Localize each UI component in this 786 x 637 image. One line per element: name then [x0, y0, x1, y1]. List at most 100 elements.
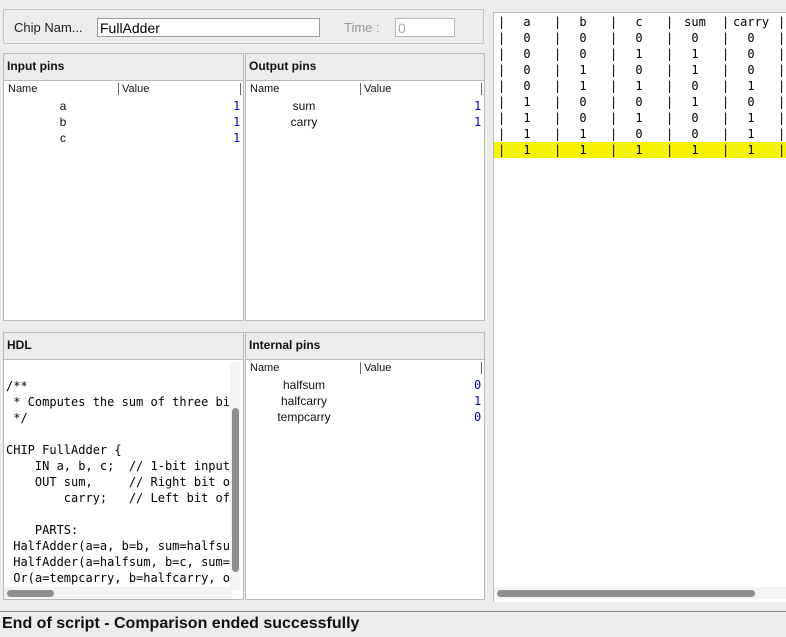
- table-cell: 0: [691, 127, 699, 141]
- table-horizontal-scroll-thumb[interactable]: [497, 590, 755, 597]
- column-separator: [481, 362, 482, 374]
- output-pins-table[interactable]: Name Value sum 1 carry 1: [246, 80, 484, 320]
- input-pin-value[interactable]: 1: [233, 131, 240, 145]
- table-cell: 1: [691, 63, 699, 77]
- table-cell: 1: [523, 127, 531, 141]
- table-cell: 1: [635, 111, 643, 125]
- hdl-horizontal-scroll-thumb[interactable]: [7, 590, 54, 597]
- internal-pin-value[interactable]: 0: [474, 410, 481, 424]
- status-bar: End of script - Comparison ended success…: [0, 611, 786, 637]
- hdl-horizontal-scrollbar[interactable]: [4, 587, 232, 599]
- cell-separator: |: [498, 15, 506, 29]
- table-cell: 0: [635, 127, 643, 141]
- table-cell: 0: [635, 63, 643, 77]
- cell-separator: |: [778, 143, 786, 157]
- cell-separator: |: [666, 111, 674, 125]
- cell-separator: |: [778, 79, 786, 93]
- cell-separator: |: [498, 111, 506, 125]
- hdl-code-area[interactable]: /** * Computes the sum of three bit */ C…: [4, 359, 243, 599]
- input-pin-value[interactable]: 1: [233, 115, 240, 129]
- time-input[interactable]: 0: [395, 18, 455, 37]
- table-cell: 1: [579, 143, 587, 157]
- column-separator: [360, 83, 361, 95]
- column-separator: [481, 83, 482, 95]
- cell-separator: |: [666, 79, 674, 93]
- table-row: | | | | | | 0 1 0 1 0: [494, 62, 786, 78]
- table-header-cell: a: [523, 15, 531, 29]
- hdl-title: HDL: [7, 338, 32, 352]
- output-pin-value[interactable]: 1: [474, 99, 481, 113]
- cell-separator: |: [554, 63, 562, 77]
- cell-separator: |: [498, 127, 506, 141]
- table-cell: 1: [635, 47, 643, 61]
- table-cell: 1: [635, 143, 643, 157]
- internal-pin-value[interactable]: 0: [474, 378, 481, 392]
- cell-separator: |: [610, 143, 618, 157]
- output-pin-value[interactable]: 1: [474, 115, 481, 129]
- input-pin-name: b: [59, 115, 67, 129]
- table-header-cell: c: [635, 15, 643, 29]
- cell-separator: |: [778, 31, 786, 45]
- cell-separator: |: [554, 47, 562, 61]
- cell-separator: |: [610, 111, 618, 125]
- internal-pins-table[interactable]: Name Value halfsum 0 halfcarry 1 tempcarry 0: [246, 359, 484, 599]
- output-pins-panel: Output pins Name Value sum 1 carry 1: [245, 53, 485, 321]
- cell-separator: |: [778, 111, 786, 125]
- cell-separator: |: [554, 95, 562, 109]
- internal-pins-name-header[interactable]: Name: [250, 362, 279, 374]
- table-cell: 0: [579, 47, 587, 61]
- internal-pin-value[interactable]: 1: [474, 394, 481, 408]
- table-cell: 1: [747, 127, 755, 141]
- chip-name-input[interactable]: FullAdder: [97, 18, 320, 37]
- cell-separator: |: [610, 31, 618, 45]
- cell-separator: |: [722, 63, 730, 77]
- cell-separator: |: [666, 47, 674, 61]
- table-cell: 1: [523, 95, 531, 109]
- table-cell: 1: [691, 143, 699, 157]
- output-pins-value-header[interactable]: Value: [364, 83, 391, 95]
- table-cell: 1: [579, 127, 587, 141]
- table-header-cell: sum: [684, 15, 706, 29]
- table-horizontal-scrollbar[interactable]: [494, 587, 786, 599]
- column-separator: [118, 83, 119, 95]
- input-pin-value[interactable]: 1: [233, 99, 240, 113]
- cell-separator: |: [778, 15, 786, 29]
- input-pins-table[interactable]: Name Value a 1 b 1 c 1: [4, 80, 243, 320]
- column-separator: [360, 362, 361, 374]
- table-row: | | | | | | 0 1 1 0 1: [494, 78, 786, 94]
- cell-separator: |: [722, 31, 730, 45]
- internal-pins-panel: Internal pins Name Value halfsum 0 halfcar…: [245, 332, 485, 600]
- table-cell: 1: [747, 111, 755, 125]
- cell-separator: |: [666, 15, 674, 29]
- table-cell: 1: [691, 95, 699, 109]
- cell-separator: |: [498, 31, 506, 45]
- input-pins-value-header[interactable]: Value: [122, 83, 149, 95]
- internal-pins-value-header[interactable]: Value: [364, 362, 391, 374]
- chip-name-label: Chip Nam...: [14, 20, 83, 35]
- output-pin-name: carry: [290, 115, 318, 129]
- internal-pin-name: halfcarry: [280, 394, 328, 408]
- table-cell: 0: [691, 79, 699, 93]
- hdl-vertical-scrollbar[interactable]: [230, 362, 240, 590]
- cell-separator: |: [610, 127, 618, 141]
- table-cell: 0: [579, 111, 587, 125]
- table-cell: 0: [747, 95, 755, 109]
- table-cell: 0: [747, 47, 755, 61]
- table-cell: 0: [691, 31, 699, 45]
- hdl-vertical-scroll-thumb[interactable]: [232, 408, 239, 572]
- table-row: | | | | | | 1 1 0 0 1: [494, 126, 786, 142]
- internal-pins-title: Internal pins: [249, 338, 321, 352]
- table-cell: 0: [691, 111, 699, 125]
- input-pins-panel: Input pins Name Value a 1 b 1 c 1: [3, 53, 244, 321]
- cell-separator: |: [498, 143, 506, 157]
- cell-separator: |: [498, 47, 506, 61]
- cell-separator: |: [722, 111, 730, 125]
- input-pin-name: a: [59, 99, 67, 113]
- input-pins-name-header[interactable]: Name: [8, 83, 37, 95]
- table-row: | | | | | | 0 0 1 1 0: [494, 46, 786, 62]
- output-pins-name-header[interactable]: Name: [250, 83, 279, 95]
- cell-separator: |: [666, 95, 674, 109]
- table-cell: 1: [579, 63, 587, 77]
- comparison-output-table[interactable]: | | | | | | a b c sum carry | | | | | | 0 0 0 0 0 | | | | | | 0 0 1 1 0 |…: [493, 12, 786, 602]
- cell-separator: |: [666, 127, 674, 141]
